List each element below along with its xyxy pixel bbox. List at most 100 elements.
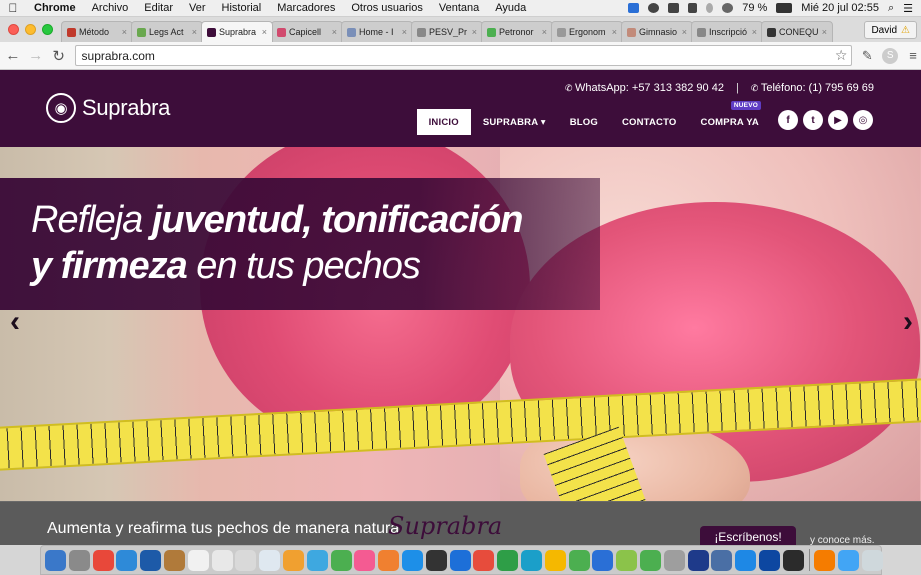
menu-ayuda[interactable]: Ayuda (487, 2, 534, 14)
write-us-button[interactable]: ¡Escríbenos! (700, 526, 796, 545)
tab-close-icon[interactable]: × (472, 27, 477, 37)
browser-tab[interactable]: Gimnasio × (621, 21, 693, 42)
dock-app-icon[interactable] (592, 549, 614, 571)
dock-app-icon[interactable] (639, 549, 661, 571)
address-bar[interactable]: suprabra.com ☆ (0, 45, 853, 124)
menu-archivo[interactable]: Archivo (84, 2, 137, 14)
menu-editar[interactable]: Editar (136, 2, 181, 14)
dock-app-icon[interactable] (378, 549, 400, 571)
menu-marcadores[interactable]: Marcadores (269, 2, 343, 14)
menu-ventana[interactable]: Ventana (431, 2, 487, 14)
dock-app-icon[interactable] (544, 549, 566, 571)
chrome-menu-icon[interactable]: ≡ (905, 48, 921, 64)
bookmark-star-icon[interactable]: ☆ (835, 47, 852, 64)
dock-app-icon[interactable] (282, 549, 304, 571)
zoom-window-button[interactable] (42, 24, 53, 35)
dock-app-icon[interactable] (782, 549, 804, 571)
tab-close-icon[interactable]: × (752, 27, 757, 37)
whatsapp-contact[interactable]: ✆ WhatsApp: +57 313 382 90 42 (565, 82, 724, 94)
menu-historial[interactable]: Historial (214, 2, 270, 14)
dock-app-icon[interactable] (354, 549, 376, 571)
nav-compra-ya[interactable]: COMPRA YA NUEVO (689, 101, 771, 135)
dock-app-icon[interactable] (306, 549, 328, 571)
dock-app-icon[interactable] (116, 549, 138, 571)
tab-close-icon[interactable]: × (542, 27, 547, 37)
youtube-icon[interactable]: ▶ (828, 110, 848, 130)
forward-button[interactable]: → (26, 47, 46, 64)
profile-button[interactable]: David ⚠ (864, 21, 917, 39)
nav-suprabra[interactable]: SUPRABRA ▾ (471, 109, 558, 135)
site-logo[interactable]: ◉ Suprabra (46, 93, 170, 123)
dock-app-icon[interactable] (838, 549, 860, 571)
dock-app-icon[interactable] (187, 549, 209, 571)
tab-close-icon[interactable]: × (122, 27, 127, 37)
spotlight-icon[interactable]: ⌕ (888, 2, 894, 15)
dock-app-icon[interactable] (711, 549, 733, 571)
dock-app-icon[interactable] (330, 549, 352, 571)
phone-contact[interactable]: ✆ Teléfono: (1) 795 69 69 (751, 82, 874, 94)
browser-tab[interactable]: PESV_Pr × (411, 21, 483, 42)
clock[interactable]: Mié 20 jul 02:55 (801, 2, 879, 14)
dock-app-icon[interactable] (520, 549, 542, 571)
menu-ver[interactable]: Ver (181, 2, 214, 14)
dock-app-icon[interactable] (663, 549, 685, 571)
dock-app-icon[interactable] (814, 549, 836, 571)
dock-app-icon[interactable] (140, 549, 162, 571)
battery-percent[interactable]: 79 % (742, 2, 767, 14)
dock-app-icon[interactable] (425, 549, 447, 571)
dock-app-icon[interactable] (497, 549, 519, 571)
dock-app-icon[interactable] (687, 549, 709, 571)
menu-otros-usuarios[interactable]: Otros usuarios (343, 2, 431, 14)
battery-icon[interactable] (776, 3, 793, 13)
dock-app-icon[interactable] (259, 549, 281, 571)
facebook-icon[interactable]: f (778, 110, 798, 130)
dock-app-icon[interactable] (92, 549, 114, 571)
address-url[interactable]: suprabra.com (82, 49, 835, 63)
nav-inicio[interactable]: INICIO (416, 109, 471, 135)
dock-app-icon[interactable] (758, 549, 780, 571)
dock-app-icon[interactable] (861, 549, 883, 571)
dock-app-icon[interactable] (235, 549, 257, 571)
skype-extension-icon[interactable]: S (882, 47, 899, 64)
browser-tab[interactable]: Legs Act × (131, 21, 203, 42)
browser-tab[interactable]: Capicell × (271, 21, 343, 42)
tab-close-icon[interactable]: × (262, 27, 267, 37)
slider-prev-arrow-icon[interactable]: ‹ (10, 305, 20, 339)
browser-tab[interactable]: Método × (61, 21, 133, 42)
dock-app-icon[interactable] (449, 549, 471, 571)
dock-app-icon[interactable] (401, 549, 423, 571)
dock-app-icon[interactable] (616, 549, 638, 571)
user-icon[interactable] (648, 3, 660, 13)
dock-app-icon[interactable] (45, 549, 66, 571)
notification-center-icon[interactable]: ☰ (903, 2, 913, 15)
browser-tab[interactable]: Home - I × (341, 21, 413, 42)
tab-close-icon[interactable]: × (682, 27, 687, 37)
browser-tab[interactable]: Ergonom × (551, 21, 623, 42)
dock-app-icon[interactable] (568, 549, 590, 571)
volume-icon[interactable] (688, 3, 698, 13)
nav-blog[interactable]: BLOG (558, 109, 610, 135)
browser-tab[interactable]: Suprabra × (201, 21, 273, 42)
browser-tab[interactable]: Petronor × (481, 21, 553, 42)
browser-tab[interactable]: Inscripció × (691, 21, 763, 42)
browser-tab[interactable]: CONEQU × (761, 21, 833, 42)
tab-close-icon[interactable]: × (192, 27, 197, 37)
menu-app-chrome[interactable]: Chrome (26, 2, 84, 14)
dock-app-icon[interactable] (211, 549, 233, 571)
tab-close-icon[interactable]: × (332, 27, 337, 37)
screen-icon[interactable] (668, 3, 680, 13)
wifi-icon[interactable] (722, 3, 734, 13)
dock-app-icon[interactable] (163, 549, 185, 571)
eyedropper-extension-icon[interactable]: ✎ (859, 48, 875, 64)
tab-close-icon[interactable]: × (822, 27, 827, 37)
slider-next-arrow-icon[interactable]: › (903, 305, 913, 339)
instagram-icon[interactable]: ◎ (853, 110, 873, 130)
minimize-window-button[interactable] (25, 24, 36, 35)
back-button[interactable]: ← (3, 47, 23, 64)
reload-button[interactable]: ↻ (49, 47, 69, 65)
dock-app-icon[interactable] (735, 549, 757, 571)
twitter-icon[interactable]: t (803, 110, 823, 130)
skype-icon[interactable] (628, 3, 640, 13)
nav-contacto[interactable]: CONTACTO (610, 109, 689, 135)
bluetooth-icon[interactable] (706, 3, 714, 13)
